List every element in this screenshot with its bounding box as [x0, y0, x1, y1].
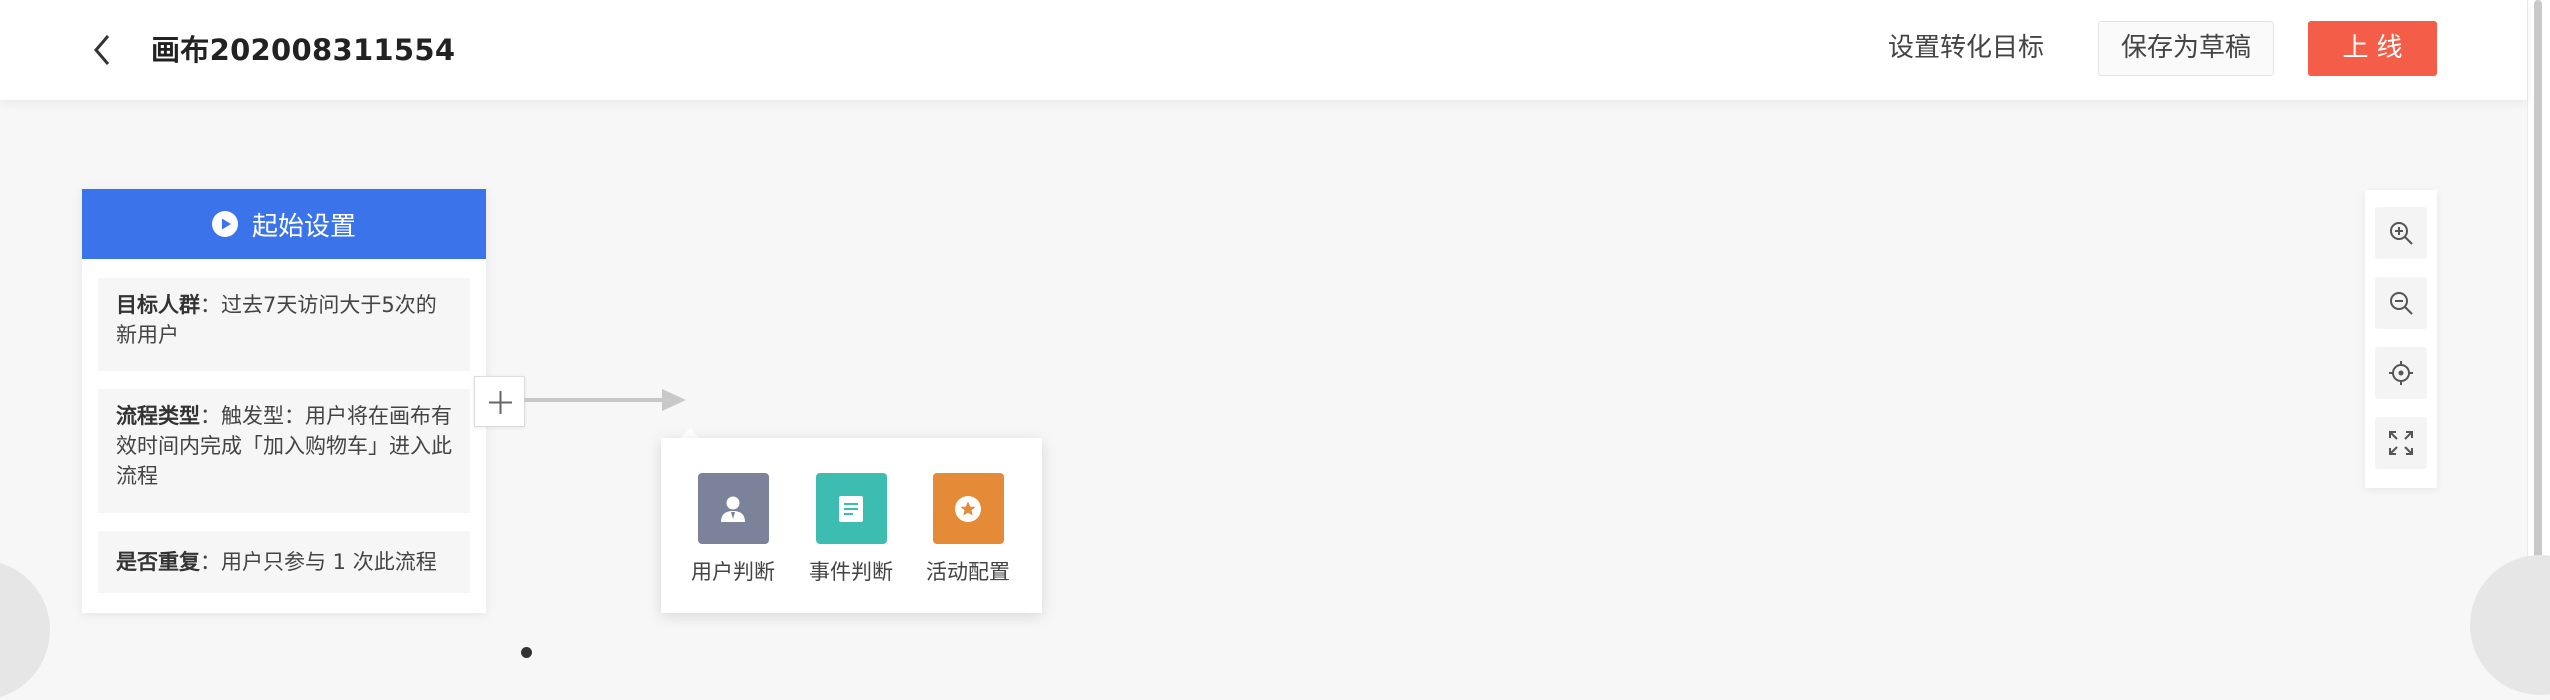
- fullscreen-button[interactable]: [2375, 417, 2427, 469]
- repeat-row: 是否重复：用户只参与 1 次此流程: [98, 531, 470, 593]
- save-draft-button[interactable]: 保存为草稿: [2098, 21, 2274, 76]
- document-icon: [815, 473, 887, 544]
- target-audience-row: 目标人群：过去7天访问大于5次的新用户: [98, 278, 470, 371]
- canvas-decoration-right: [2470, 555, 2550, 695]
- target-audience-label: 目标人群: [116, 293, 200, 317]
- locate-button[interactable]: [2375, 347, 2427, 399]
- menu-item-label: 活动配置: [926, 560, 1010, 584]
- star-icon: [932, 473, 1004, 544]
- flow-type-row: 流程类型：触发型：用户将在画布有效时间内完成「加入购物车」进入此流程: [98, 389, 470, 513]
- menu-item-event-judgment[interactable]: 事件判断: [801, 473, 901, 587]
- connector-arrow: [524, 389, 686, 411]
- back-button[interactable]: [84, 30, 124, 70]
- start-node-header: 起始设置: [82, 189, 486, 259]
- repeat-value: 用户只参与 1 次此流程: [221, 550, 437, 574]
- zoom-out-button[interactable]: [2375, 277, 2427, 329]
- locate-icon: [2389, 361, 2413, 385]
- plus-icon: [489, 391, 512, 414]
- menu-item-label: 事件判断: [809, 560, 893, 584]
- menu-item-label: 用户判断: [691, 560, 775, 584]
- user-icon: [697, 473, 769, 544]
- start-settings-node[interactable]: 起始设置 目标人群：过去7天访问大于5次的新用户 流程类型：触发型：用户将在画布…: [82, 189, 486, 613]
- menu-item-user-judgment[interactable]: 用户判断: [683, 473, 783, 587]
- canvas-decoration-left: [0, 560, 50, 700]
- zoom-in-icon: [2390, 222, 2413, 245]
- canvas-title: 画布202008311554: [151, 33, 456, 67]
- node-type-menu: 用户判断 事件判断 活动配置: [661, 438, 1042, 613]
- start-node-title: 起始设置: [251, 211, 356, 242]
- set-conversion-goal-link[interactable]: 设置转化目标: [1888, 28, 2044, 68]
- canvas-dot: [521, 647, 532, 658]
- top-header: 画布202008311554 设置转化目标 保存为草稿 上线: [0, 0, 2527, 100]
- chevron-left-icon: [94, 35, 110, 65]
- add-node-button[interactable]: [474, 376, 525, 427]
- menu-item-activity-config[interactable]: 活动配置: [918, 473, 1018, 587]
- play-icon: [211, 211, 238, 237]
- canvas-toolbar: [2365, 190, 2437, 488]
- zoom-in-button[interactable]: [2375, 207, 2427, 259]
- go-online-button[interactable]: 上线: [2308, 21, 2437, 76]
- repeat-label: 是否重复: [116, 550, 200, 574]
- flow-type-label: 流程类型: [116, 404, 200, 428]
- zoom-out-icon: [2390, 292, 2413, 315]
- fullscreen-icon: [2389, 431, 2413, 455]
